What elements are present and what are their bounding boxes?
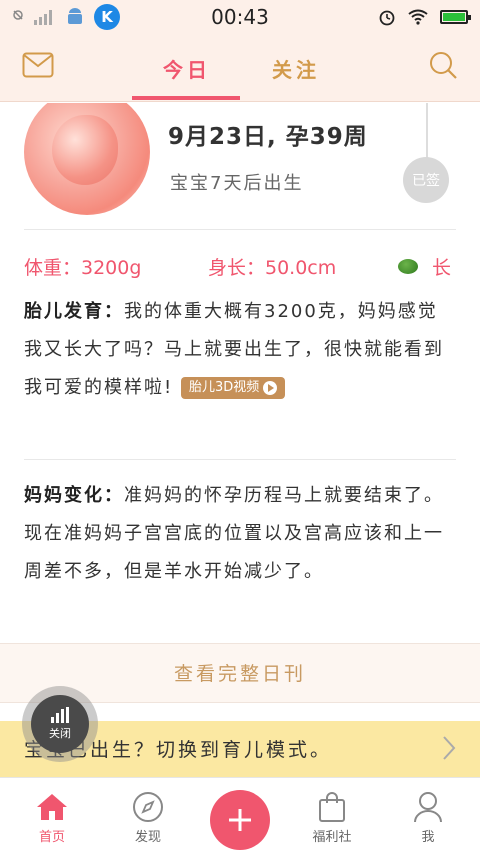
close-label: 关闭 <box>49 727 71 740</box>
nav-discover-label: 发现 <box>134 830 161 845</box>
chevron-right-icon <box>443 736 456 760</box>
date-title: 9月23日, 孕39周 <box>168 124 368 150</box>
app-badge-icon: K <box>94 4 120 30</box>
fetus-3d-video-button[interactable]: 胎儿3D视频 <box>180 377 286 399</box>
mom-changes-text: 妈妈变化：准妈妈的怀孕历程马上就要结束了。现在准妈妈子宫宫底的位置以及宫高应该和… <box>24 477 454 591</box>
fetal-development-heading: 胎儿发育： <box>24 301 124 322</box>
mom-changes-heading: 妈妈变化： <box>24 485 124 506</box>
wifi-icon <box>408 9 428 25</box>
home-icon <box>37 794 67 820</box>
no-sim-icon <box>13 10 23 20</box>
plus-icon <box>229 809 251 831</box>
add-button[interactable] <box>210 790 270 850</box>
android-icon <box>68 8 82 24</box>
nav-home-label: 首页 <box>38 830 65 845</box>
floating-close-button[interactable]: 关闭 <box>22 686 98 762</box>
signed-badge[interactable]: 已签 <box>403 157 449 203</box>
fetus-image <box>24 103 150 215</box>
user-icon <box>414 792 442 823</box>
bottom-nav: 首页 发现 福利社 我 <box>0 777 480 854</box>
days-to-birth: 宝宝7天后出生 <box>170 173 304 194</box>
tab-today[interactable]: 今日 <box>163 54 211 83</box>
bars-icon <box>51 707 69 723</box>
bean-icon <box>398 259 418 274</box>
nav-me-label: 我 <box>421 830 435 845</box>
divider <box>24 459 456 460</box>
video-button-label: 胎儿3D视频 <box>188 380 260 395</box>
baby-stats: 体重：3200g 身长：50.0cm 长 <box>24 253 456 280</box>
grow-label: 长 <box>432 257 452 279</box>
nav-welfare[interactable]: 福利社 <box>292 788 372 845</box>
top-header: 今日 关注 <box>0 34 480 102</box>
nav-me[interactable]: 我 <box>388 788 468 845</box>
play-icon <box>263 381 278 395</box>
length-stat: 身长：50.0cm <box>208 257 337 279</box>
nav-home[interactable]: 首页 <box>12 788 92 845</box>
divider <box>24 229 456 230</box>
tab-follow[interactable]: 关注 <box>272 54 320 83</box>
daily-content: 9月23日, 孕39周 宝宝7天后出生 已签 体重：3200g 身长：50.0c… <box>0 103 480 777</box>
alarm-icon <box>379 10 395 26</box>
clock: 00:43 <box>211 5 269 29</box>
mail-icon[interactable] <box>22 52 54 78</box>
signal-icon <box>34 10 52 25</box>
compass-icon <box>133 792 163 822</box>
weight-stat: 体重：3200g <box>24 257 142 279</box>
nav-discover[interactable]: 发现 <box>108 788 188 845</box>
fetal-development-text: 胎儿发育：我的体重大概有3200克，妈妈感觉我又长大了吗？马上就要出生了，很快就… <box>24 293 454 407</box>
active-tab-indicator <box>132 96 240 100</box>
search-icon[interactable] <box>428 50 458 80</box>
battery-icon <box>440 10 471 24</box>
sign-string <box>426 103 428 159</box>
shopping-bag-icon <box>319 792 345 822</box>
status-bar: K 00:43 <box>0 0 480 34</box>
nav-welfare-label: 福利社 <box>312 830 352 845</box>
